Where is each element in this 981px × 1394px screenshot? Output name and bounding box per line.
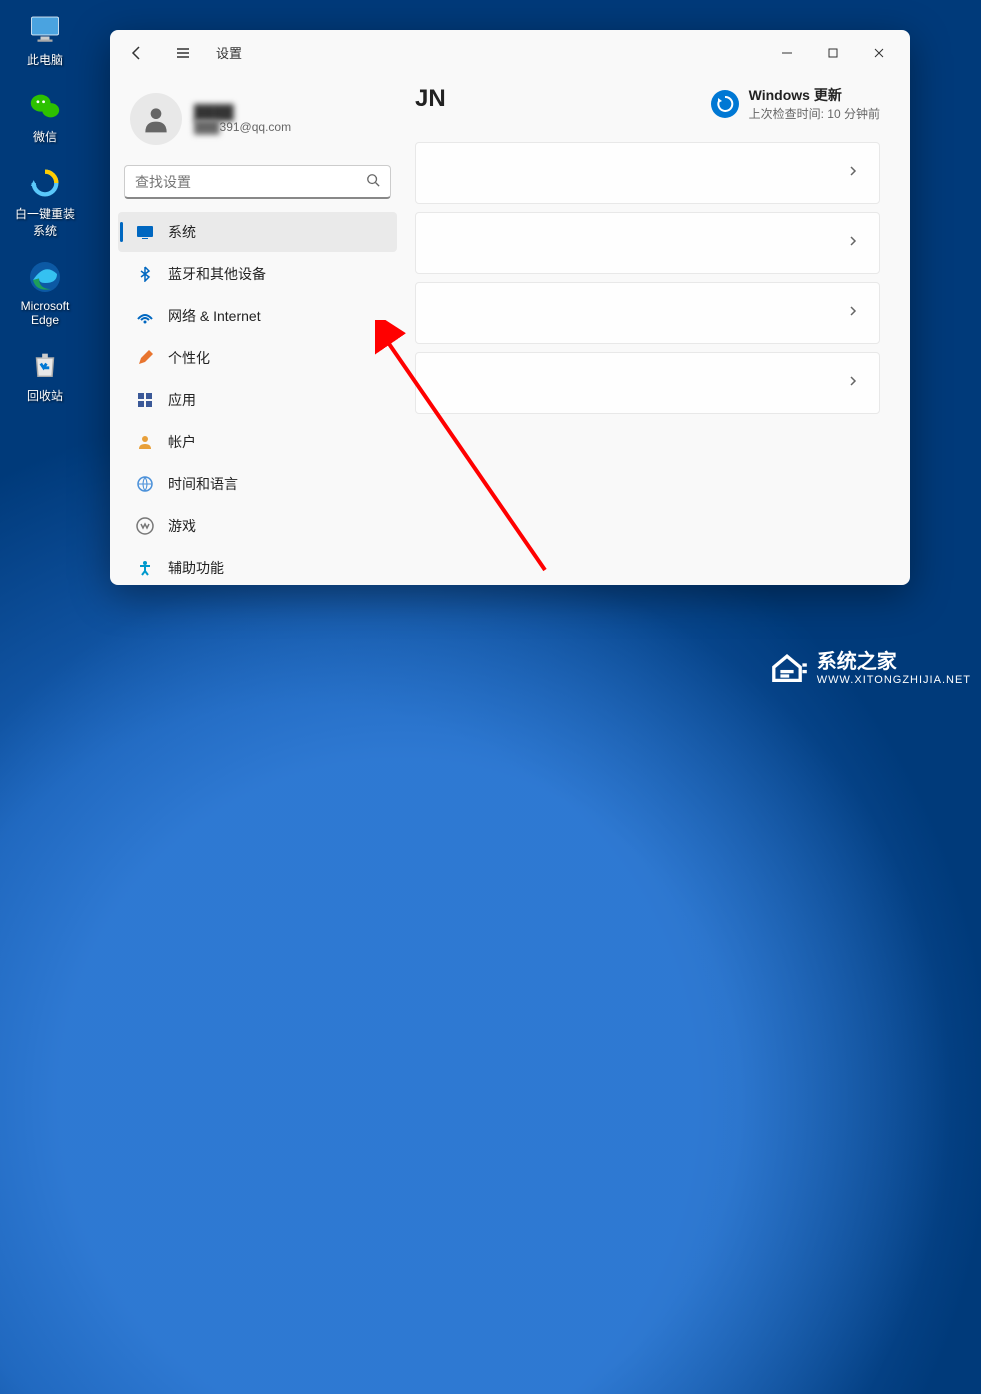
sidebar-item-accessibility[interactable]: 辅助功能: [118, 548, 397, 585]
sidebar-item-label: 游戏: [168, 516, 196, 536]
search-box[interactable]: [124, 165, 391, 199]
settings-window: 设置 ████ ███391@qq.com: [110, 30, 910, 585]
minimize-button[interactable]: [764, 37, 810, 69]
oneclick-icon: [25, 163, 65, 203]
desktop-icon-this-pc[interactable]: 此电脑: [10, 5, 80, 72]
desktop-icon-recycle-bin[interactable]: 回收站: [10, 341, 80, 408]
desktop-icon-label: 回收站: [27, 387, 63, 404]
settings-row[interactable]: [415, 142, 880, 204]
sidebar-item-label: 个性化: [168, 348, 210, 368]
nav-list: 系统 蓝牙和其他设备 网络 & Internet: [116, 211, 399, 585]
watermark: 系统之家 WWW.XITONGZHIJIA.NET: [765, 643, 971, 687]
sidebar-item-accounts[interactable]: 帐户: [118, 422, 397, 462]
sidebar-item-label: 应用: [168, 390, 196, 410]
time-lang-icon: [136, 475, 154, 493]
network-icon: [136, 307, 154, 325]
settings-row[interactable]: [415, 212, 880, 274]
main-content: JN Windows 更新 上次检查时间: 10 分钟前: [405, 75, 910, 585]
user-block[interactable]: ████ ███391@qq.com: [116, 85, 399, 165]
sidebar-item-system[interactable]: 系统: [118, 212, 397, 252]
sidebar-item-bluetooth[interactable]: 蓝牙和其他设备: [118, 254, 397, 294]
watermark-title: 系统之家: [817, 645, 971, 674]
update-subtitle: 上次检查时间: 10 分钟前: [749, 105, 880, 122]
bluetooth-icon: [136, 265, 154, 283]
search-input[interactable]: [135, 174, 366, 190]
chevron-right-icon: [847, 374, 859, 392]
wechat-icon: [25, 86, 65, 126]
sidebar-item-label: 时间和语言: [168, 474, 238, 494]
desktop-icon-oneclick[interactable]: 白一键重装 系统: [10, 159, 80, 243]
settings-row[interactable]: [415, 352, 880, 414]
desktop-icon-label: 微信: [33, 128, 57, 145]
gaming-icon: [136, 517, 154, 535]
avatar: [130, 93, 182, 145]
titlebar: 设置: [110, 30, 910, 75]
sidebar: ████ ███391@qq.com 系统: [110, 75, 405, 585]
personalize-icon: [136, 349, 154, 367]
desktop-icons: 此电脑 微信 白一键重装 系统 Microsoft Edge 回收站: [10, 0, 80, 408]
sidebar-item-label: 蓝牙和其他设备: [168, 264, 266, 284]
sidebar-item-time-lang[interactable]: 时间和语言: [118, 464, 397, 504]
recycle-bin-icon: [25, 345, 65, 385]
close-button[interactable]: [856, 37, 902, 69]
system-icon: [136, 223, 154, 241]
windows-update-block[interactable]: Windows 更新 上次检查时间: 10 分钟前: [711, 85, 880, 122]
sidebar-item-gaming[interactable]: 游戏: [118, 506, 397, 546]
user-name: ████: [194, 104, 291, 120]
desktop-icon-label: 此电脑: [27, 51, 63, 68]
desktop-icon-wechat[interactable]: 微信: [10, 82, 80, 149]
maximize-button[interactable]: [810, 37, 856, 69]
sidebar-item-personalize[interactable]: 个性化: [118, 338, 397, 378]
sidebar-item-label: 网络 & Internet: [168, 306, 261, 326]
edge-icon: [25, 257, 65, 297]
menu-button[interactable]: [164, 34, 202, 72]
back-button[interactable]: [118, 34, 156, 72]
user-email: ███391@qq.com: [194, 120, 291, 134]
sidebar-item-label: 帐户: [168, 432, 196, 452]
accessibility-icon: [136, 559, 154, 577]
this-pc-icon: [25, 9, 65, 49]
accounts-icon: [136, 433, 154, 451]
update-icon: [711, 90, 739, 118]
update-title: Windows 更新: [749, 85, 880, 105]
settings-row[interactable]: [415, 282, 880, 344]
sidebar-item-apps[interactable]: 应用: [118, 380, 397, 420]
sidebar-item-label: 辅助功能: [168, 558, 224, 578]
watermark-icon: [765, 643, 809, 687]
window-title: 设置: [216, 43, 242, 62]
page-title: JN: [415, 85, 446, 113]
desktop-icon-edge[interactable]: Microsoft Edge: [10, 253, 80, 331]
desktop-icon-label: 白一键重装 系统: [15, 205, 75, 239]
watermark-url: WWW.XITONGZHIJIA.NET: [817, 674, 971, 686]
sidebar-item-network[interactable]: 网络 & Internet: [118, 296, 397, 336]
chevron-right-icon: [847, 164, 859, 182]
desktop-icon-label: Microsoft Edge: [21, 299, 70, 327]
sidebar-item-label: 系统: [168, 222, 196, 242]
chevron-right-icon: [847, 234, 859, 252]
chevron-right-icon: [847, 304, 859, 322]
search-icon: [366, 173, 380, 190]
apps-icon: [136, 391, 154, 409]
